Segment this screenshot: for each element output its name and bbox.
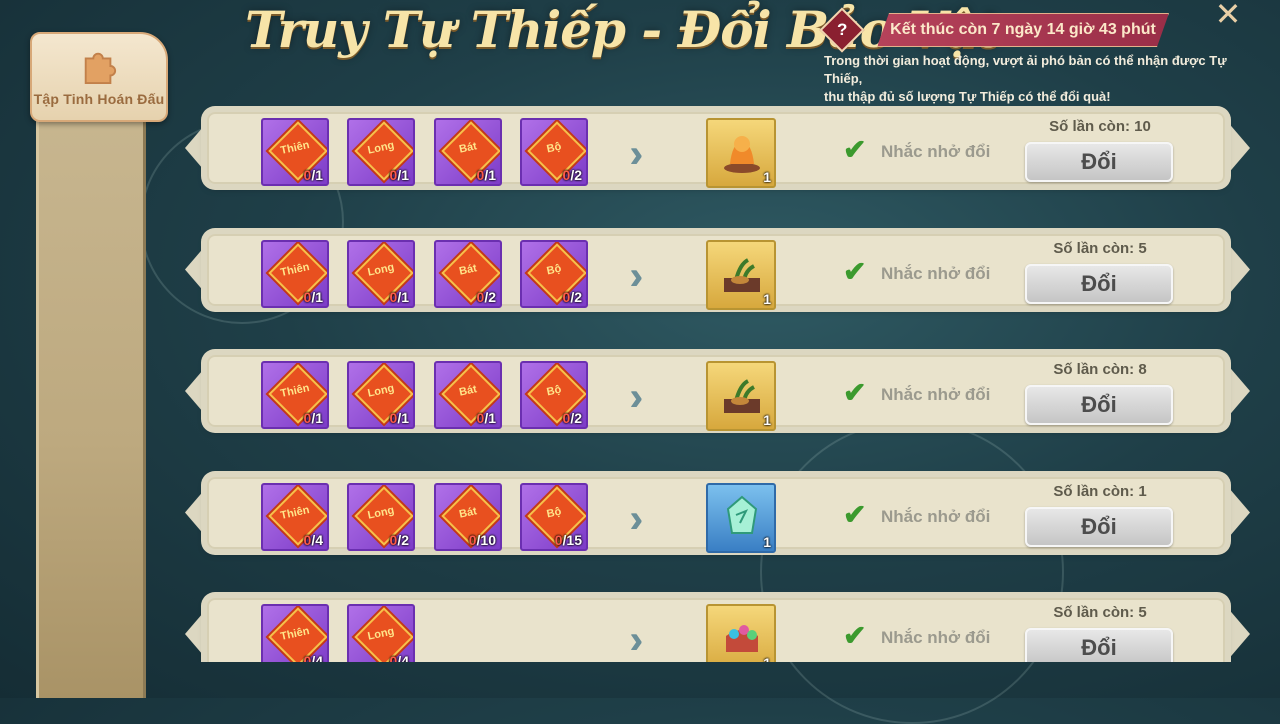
puzzle-icon	[84, 52, 117, 85]
remind-checkbox-icon[interactable]: ✔	[843, 257, 866, 286]
exchange-button[interactable]: Đổi	[1025, 263, 1173, 304]
reward-item[interactable]: 1	[706, 482, 776, 553]
reward-count: 1	[763, 169, 771, 185]
reward-item[interactable]: 1	[706, 239, 776, 310]
exchange-button[interactable]: Đổi	[1025, 506, 1173, 547]
exchange-button[interactable]: Đổi	[1025, 142, 1173, 182]
material-count: 0/15	[554, 531, 582, 548]
material-item[interactable]: Long 0/1	[347, 118, 415, 186]
material-item[interactable]: Bộ 0/2	[520, 239, 588, 308]
material-count: 0/1	[389, 288, 409, 305]
material-count: 0/1	[303, 288, 323, 305]
remind-checkbox-icon[interactable]: ✔	[843, 379, 866, 407]
sidebar-rail	[36, 60, 146, 698]
material-item[interactable]: Thiên 0/1	[261, 239, 329, 308]
ginseng-box-icon	[724, 379, 760, 413]
remaining-count: Số lần còn: 1	[1053, 482, 1147, 500]
exchange-row: Thiên0/1Long0/1Bát0/2Bộ0/2››1✔Nhắc nhở đ…	[185, 220, 1250, 320]
material-count: 0/4	[303, 653, 323, 662]
remind-label[interactable]: Nhắc nhở đổi	[881, 507, 990, 527]
material-count: 0/2	[562, 410, 582, 426]
material-item[interactable]: Thiên 0/4	[261, 604, 329, 662]
jade-crystal-icon	[726, 495, 758, 534]
material-item[interactable]: Bát 0/1	[434, 118, 502, 186]
remaining-count: Số lần còn: 5	[1053, 604, 1147, 621]
material-item[interactable]: Thiên 0/4	[261, 482, 329, 551]
remind-checkbox-icon[interactable]: ✔	[843, 622, 866, 650]
material-count: 0/2	[562, 167, 582, 183]
material-count: 0/2	[476, 288, 496, 305]
material-item[interactable]: Thiên 0/1	[261, 361, 329, 429]
material-count: 0/1	[303, 167, 323, 183]
gem-bag-icon	[726, 625, 758, 652]
material-count: 0/10	[468, 531, 496, 548]
material-item[interactable]: Bát 0/1	[434, 361, 502, 429]
material-item[interactable]: Bát 0/2	[434, 239, 502, 308]
material-item[interactable]: Long 0/1	[347, 361, 415, 429]
reward-count: 1	[763, 533, 771, 550]
material-item[interactable]: Long 0/4	[347, 604, 415, 662]
reward-item[interactable]: 1	[706, 604, 776, 662]
remind-label[interactable]: Nhắc nhở đổi	[881, 142, 990, 162]
exchange-row: Thiên0/1Long0/1Bát0/1Bộ0/2››1✔Nhắc nhở đ…	[185, 98, 1250, 198]
exchange-row: Thiên0/4Long0/4››1✔Nhắc nhở đổiSố lần cò…	[185, 584, 1250, 662]
material-count: 0/1	[476, 410, 496, 426]
ginseng-box-icon	[724, 257, 760, 292]
material-count: 0/2	[562, 288, 582, 305]
material-count: 0/4	[303, 531, 323, 548]
material-count: 0/4	[389, 653, 409, 662]
material-item[interactable]: Long 0/1	[347, 239, 415, 308]
remaining-count: Số lần còn: 8	[1053, 361, 1147, 378]
material-item[interactable]: Bộ 0/2	[520, 118, 588, 186]
reward-count: 1	[763, 290, 771, 307]
tab-tap-tinh-hoan-dau[interactable]: Tập Tinh Hoán Đấu	[30, 32, 168, 122]
reward-item[interactable]: 1	[706, 361, 776, 431]
reward-item[interactable]: 1	[706, 118, 776, 188]
exchange-button[interactable]: Đổi	[1025, 385, 1173, 425]
lion-statue-icon	[724, 136, 760, 173]
material-count: 0/1	[303, 410, 323, 426]
remind-label[interactable]: Nhắc nhở đổi	[881, 264, 990, 284]
remaining-count: Số lần còn: 10	[1049, 118, 1151, 135]
remaining-count: Số lần còn: 5	[1053, 239, 1147, 257]
material-item[interactable]: Bộ 0/2	[520, 361, 588, 429]
material-count: 0/1	[476, 167, 496, 183]
material-item[interactable]: Long 0/2	[347, 482, 415, 551]
material-count: 0/1	[389, 410, 409, 426]
remind-label[interactable]: Nhắc nhở đổi	[881, 385, 990, 405]
exchange-row: Thiên0/4Long0/2Bát0/10Bộ0/15››1✔Nhắc nhở…	[185, 463, 1250, 563]
material-count: 0/2	[389, 531, 409, 548]
remind-checkbox-icon[interactable]: ✔	[843, 500, 866, 529]
reward-count: 1	[763, 412, 771, 428]
exchange-button[interactable]: Đổi	[1025, 628, 1173, 662]
event-timer: Kết thúc còn 7 ngày 14 giờ 43 phút	[877, 13, 1169, 47]
exchange-list[interactable]: Thiên0/1Long0/1Bát0/1Bộ0/2››1✔Nhắc nhở đ…	[185, 98, 1250, 662]
exchange-row: Thiên0/1Long0/1Bát0/1Bộ0/2››1✔Nhắc nhở đ…	[185, 341, 1250, 441]
material-count: 0/1	[389, 167, 409, 183]
material-item[interactable]: Bộ 0/15	[520, 482, 588, 551]
reward-count: 1	[763, 655, 771, 662]
close-icon[interactable]: ✕	[1210, 0, 1246, 30]
material-item[interactable]: Thiên 0/1	[261, 118, 329, 186]
tab-label: Tập Tinh Hoán Đấu	[33, 91, 165, 107]
remind-label[interactable]: Nhắc nhở đổi	[881, 628, 990, 648]
remind-checkbox-icon[interactable]: ✔	[843, 136, 866, 164]
material-item[interactable]: Bát 0/10	[434, 482, 502, 551]
